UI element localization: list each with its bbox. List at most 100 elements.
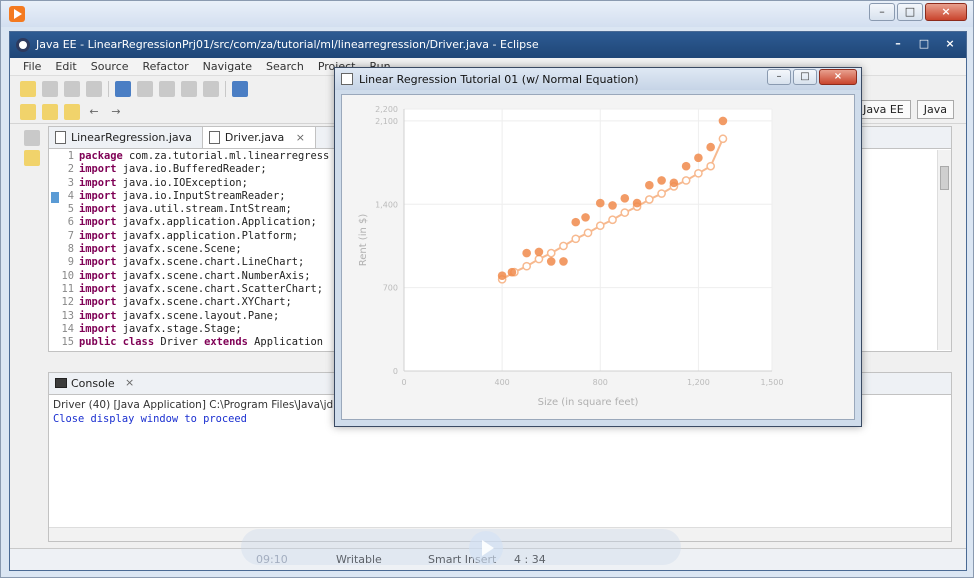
perspective-java-ee[interactable]: Java EE: [856, 100, 911, 119]
tab-driver[interactable]: Driver.java ×: [202, 127, 317, 148]
tab-label: LinearRegression.java: [71, 131, 192, 144]
left-view-strip: [20, 126, 44, 186]
y-tick-label: 1,400: [375, 200, 398, 209]
line-number: 10: [61, 269, 74, 282]
chart-window-controls: – □ ×: [767, 69, 857, 85]
menu-edit[interactable]: Edit: [48, 58, 83, 75]
terminal-icon[interactable]: [115, 81, 131, 97]
keyword: import: [79, 189, 117, 202]
line-number: 9: [67, 256, 74, 269]
data-point: [706, 142, 715, 152]
code-text: javafx.scene.chart.NumberAxis;: [116, 269, 311, 282]
suspend-icon[interactable]: [181, 81, 197, 97]
code-text: Application: [247, 336, 323, 349]
scatter-chart: 0 700 1,400 2,100 2,200 0 400 800 1,200 1,500 Size…: [358, 105, 783, 408]
keyword: import: [79, 256, 117, 269]
data-point: [718, 116, 728, 126]
prediction-point: [608, 215, 617, 225]
code-text: java.io.IOException;: [116, 176, 248, 189]
previous-annotation-icon[interactable]: [42, 104, 58, 120]
save-icon[interactable]: [42, 81, 58, 97]
code-text: javafx.scene.chart.ScatterChart;: [116, 282, 323, 295]
prediction-point: [583, 228, 593, 238]
gutter-marker: [51, 192, 59, 203]
terminate-icon[interactable]: [203, 81, 219, 97]
prediction-point: [620, 208, 630, 217]
line-number: 13: [61, 309, 74, 322]
save-all-icon[interactable]: [64, 81, 80, 97]
next-annotation-icon[interactable]: [20, 104, 36, 120]
editor-scrollbar[interactable]: [937, 150, 951, 350]
prediction-point: [595, 221, 605, 231]
restore-view-icon[interactable]: [24, 130, 40, 146]
keyword: import: [79, 203, 117, 216]
scrollbar-thumb[interactable]: [940, 166, 949, 190]
close-icon[interactable]: ×: [938, 36, 962, 53]
menu-file[interactable]: File: [16, 58, 48, 75]
tab-label: Driver.java: [224, 131, 285, 144]
console-output[interactable]: Close display window to proceed: [53, 413, 247, 425]
keyword: public class: [79, 336, 155, 349]
player-window-controls: – □ ×: [869, 3, 967, 21]
last-edit-location-icon[interactable]: [64, 104, 80, 120]
menu-refactor[interactable]: Refactor: [136, 58, 196, 75]
web-browser-icon[interactable]: [232, 81, 248, 97]
minimize-icon[interactable]: –: [869, 3, 895, 21]
maximize-icon[interactable]: □: [912, 36, 936, 53]
data-point: [522, 248, 531, 258]
x-tick-label: 1,200: [687, 378, 710, 387]
code-text: java.io.InputStreamReader;: [116, 189, 286, 202]
new-icon[interactable]: [20, 81, 36, 97]
close-tab-icon[interactable]: ×: [125, 376, 134, 389]
line-number: 1: [67, 150, 74, 162]
keyword: import: [79, 243, 117, 256]
menu-search[interactable]: Search: [259, 58, 311, 75]
prediction-point: [706, 161, 716, 171]
forward-arrow-icon[interactable]: →: [108, 104, 124, 120]
close-icon[interactable]: ×: [925, 3, 967, 21]
data-point: [694, 153, 703, 163]
keyword: import: [79, 269, 117, 282]
keyword: import: [79, 296, 117, 309]
code-text: javafx.scene.layout.Pane;: [116, 309, 280, 322]
tab-linear-regression[interactable]: LinearRegression.java: [49, 127, 203, 148]
data-point: [669, 178, 679, 188]
y-tick-label: 2,200: [375, 105, 398, 114]
java-file-icon: [55, 131, 66, 144]
resume-icon[interactable]: [159, 81, 175, 97]
prediction-point: [657, 189, 666, 198]
app-icon: [341, 73, 353, 85]
menu-source[interactable]: Source: [84, 58, 136, 75]
code-text: javafx.scene.Scene;: [116, 243, 242, 256]
y-tick-label: 0: [393, 367, 398, 376]
close-tab-icon[interactable]: ×: [296, 131, 305, 144]
chart-window-title: Linear Regression Tutorial 01 (w/ Normal…: [359, 73, 639, 86]
data-point: [645, 180, 654, 190]
play-icon[interactable]: [469, 531, 503, 565]
back-arrow-icon[interactable]: ←: [86, 104, 102, 120]
line-number: 11: [61, 282, 74, 295]
data-point: [497, 271, 507, 281]
x-tick-label: 0: [401, 378, 406, 387]
menu-navigate[interactable]: Navigate: [196, 58, 259, 75]
console-process-path: Driver (40) [Java Application] C:\Progra…: [53, 399, 372, 411]
line-number: 12: [61, 296, 74, 309]
line-number: 5: [67, 203, 74, 216]
perspective-java[interactable]: Java: [916, 100, 954, 119]
maximize-icon[interactable]: □: [793, 69, 817, 85]
data-point: [595, 198, 605, 208]
line-number: 6: [67, 216, 74, 229]
minimize-icon[interactable]: –: [886, 36, 910, 53]
print-icon[interactable]: [86, 81, 102, 97]
minimize-icon[interactable]: –: [767, 69, 791, 85]
maximize-icon[interactable]: □: [897, 3, 923, 21]
player-window: – □ × Java EE - LinearRegressionPrj01/sr…: [0, 0, 974, 578]
package-explorer-icon[interactable]: [24, 150, 40, 166]
toolbar-separator: [225, 81, 226, 97]
prediction-point: [681, 176, 691, 185]
debug-icon[interactable]: [137, 81, 153, 97]
playback-controls[interactable]: [241, 529, 681, 565]
close-icon[interactable]: ×: [819, 69, 857, 85]
java-file-icon: [208, 131, 220, 144]
keyword: import: [79, 322, 117, 335]
